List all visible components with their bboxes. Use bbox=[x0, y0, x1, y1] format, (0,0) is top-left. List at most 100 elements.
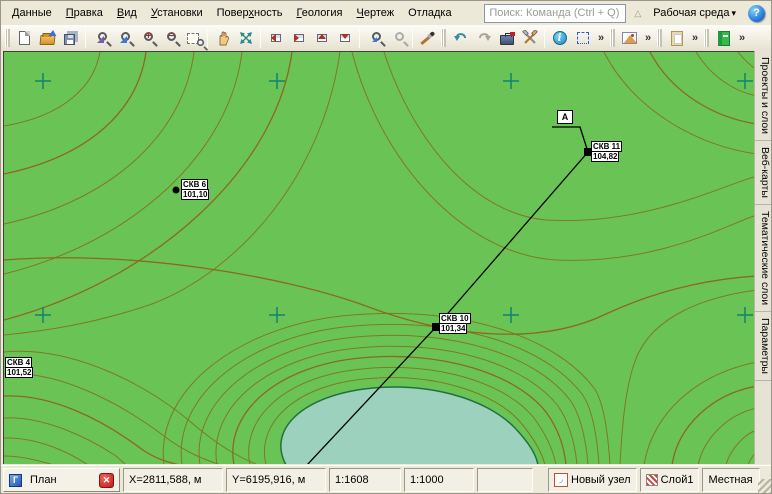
chevron-down-icon: ▾ bbox=[731, 8, 736, 19]
toolbox-button[interactable] bbox=[495, 27, 518, 49]
image-pan-down-button[interactable] bbox=[333, 27, 356, 49]
borehole-label-skv10: СКВ 10 101,34 bbox=[439, 313, 471, 334]
fit-extents-button[interactable] bbox=[234, 27, 257, 49]
book-toolbar-button[interactable] bbox=[712, 27, 735, 49]
image-pan-right-button[interactable] bbox=[287, 27, 310, 49]
plan-view-tab[interactable]: Г План ✕ bbox=[3, 468, 120, 492]
object-info-button[interactable]: i bbox=[548, 27, 571, 49]
zoom-next-button[interactable] bbox=[386, 27, 409, 49]
tab-parameters[interactable]: Параметры bbox=[755, 312, 771, 381]
tab-thematic-layers[interactable]: Тематические слои bbox=[755, 205, 771, 312]
toolbar-grip[interactable] bbox=[610, 29, 612, 47]
undo-button[interactable] bbox=[449, 27, 472, 49]
toolbar-overflow-chevron[interactable]: » bbox=[594, 32, 608, 44]
new-node-icon: ◞ bbox=[554, 473, 568, 487]
toolbar-separator bbox=[412, 28, 413, 48]
paintbrush-button[interactable] bbox=[416, 27, 439, 49]
coordinate-system-indicator[interactable]: Местная bbox=[702, 468, 760, 492]
pan-hand-button[interactable] bbox=[211, 27, 234, 49]
pan-hand-icon bbox=[215, 30, 231, 46]
image-pan-up-button[interactable] bbox=[310, 27, 333, 49]
surface-toolbar-button[interactable] bbox=[618, 27, 641, 49]
zoom-window-button[interactable] bbox=[181, 27, 204, 49]
save-all-icon bbox=[64, 34, 75, 45]
menu-debug[interactable]: Отладка bbox=[401, 3, 458, 23]
fit-extents-icon bbox=[238, 30, 254, 46]
toolbar-grip[interactable] bbox=[704, 29, 706, 47]
map-drawing bbox=[4, 52, 756, 464]
zoom-in-icon: + bbox=[144, 32, 153, 41]
tab-projects-and-layers[interactable]: Проекты и слои bbox=[755, 51, 771, 141]
borehole-label-skv4: СКВ 4 101,52 bbox=[5, 357, 33, 378]
borehole-label-skv6: СКВ 6 101,10 bbox=[181, 179, 209, 200]
zoom-selected-icon bbox=[121, 32, 130, 41]
redo-button[interactable] bbox=[472, 27, 495, 49]
menu-data[interactable]: Данные bbox=[5, 3, 59, 23]
toolbar-overflow-chevron[interactable]: » bbox=[688, 32, 702, 44]
workspace-label: Рабочая среда bbox=[653, 7, 729, 19]
build-tools-button[interactable] bbox=[518, 27, 541, 49]
toolbar-overflow-chevron[interactable]: » bbox=[641, 32, 655, 44]
menu-view[interactable]: Вид bbox=[110, 3, 144, 23]
zoom-selected-button[interactable] bbox=[112, 27, 135, 49]
image-pan-left-icon bbox=[271, 34, 281, 42]
new-document-button[interactable] bbox=[13, 27, 36, 49]
toolbar-grip[interactable] bbox=[441, 29, 443, 47]
redo-icon bbox=[476, 31, 492, 45]
workspace-menu[interactable]: Рабочая среда ▾ bbox=[649, 7, 740, 19]
image-pan-left-button[interactable] bbox=[264, 27, 287, 49]
menu-drawing[interactable]: Чертеж bbox=[349, 3, 401, 23]
command-search-input[interactable] bbox=[484, 4, 626, 23]
toolbar-separator bbox=[544, 28, 545, 48]
zoom-out-button[interactable]: − bbox=[158, 27, 181, 49]
new-document-icon bbox=[19, 31, 30, 45]
info-icon: i bbox=[553, 31, 567, 45]
toolbar-separator bbox=[359, 28, 360, 48]
survey-scale: 1:1000 bbox=[404, 468, 474, 492]
surface-icon bbox=[622, 32, 637, 44]
zoom-initial-button[interactable] bbox=[89, 27, 112, 49]
active-layer-indicator[interactable]: Слой1 bbox=[640, 468, 700, 492]
toolbar-separator bbox=[207, 28, 208, 48]
zoom-in-button[interactable]: + bbox=[135, 27, 158, 49]
toolbar-separator bbox=[85, 28, 86, 48]
paintbrush-icon bbox=[420, 31, 436, 45]
select-frame-button[interactable] bbox=[571, 27, 594, 49]
toolbar-grip[interactable] bbox=[5, 29, 7, 47]
open-folder-icon bbox=[39, 35, 55, 45]
zoom-previous-icon bbox=[372, 32, 381, 41]
toolbar-grip[interactable] bbox=[657, 29, 659, 47]
toolbar-separator bbox=[260, 28, 261, 48]
menu-settings[interactable]: Установки bbox=[144, 3, 210, 23]
menu-geology[interactable]: Геология bbox=[289, 3, 349, 23]
image-pan-right-icon bbox=[294, 34, 304, 42]
collapse-icon[interactable]: △ bbox=[626, 8, 649, 19]
edit-mode-indicator[interactable]: ◞ Новый узел bbox=[548, 468, 637, 492]
zoom-window-icon bbox=[187, 33, 199, 44]
tab-web-maps[interactable]: Веб-карты bbox=[755, 141, 771, 205]
help-icon[interactable]: ? bbox=[748, 5, 765, 22]
close-icon[interactable]: ✕ bbox=[99, 473, 114, 488]
plan-view-icon: Г bbox=[9, 474, 22, 487]
section-start-label: А bbox=[557, 110, 573, 124]
menu-edit[interactable]: Правка bbox=[59, 3, 110, 23]
map-canvas[interactable]: А СКВ 6 101,10 СКВ 11 104,82 СКВ 10 101,… bbox=[3, 51, 756, 464]
toolbar-overflow-chevron[interactable]: » bbox=[735, 32, 749, 44]
undo-icon bbox=[453, 31, 469, 45]
save-all-button[interactable] bbox=[59, 27, 82, 49]
open-folder-button[interactable] bbox=[36, 27, 59, 49]
image-pan-down-icon bbox=[340, 34, 350, 42]
sheet-toolbar-button[interactable] bbox=[665, 27, 688, 49]
zoom-out-icon: − bbox=[167, 32, 176, 41]
cursor-y-coordinate: Y=6195,916, м bbox=[226, 468, 326, 492]
resize-grip[interactable] bbox=[758, 479, 772, 493]
current-zoom-scale: 1:1608 bbox=[329, 468, 401, 492]
cursor-x-coordinate: X=2811,588, м bbox=[123, 468, 223, 492]
right-panel-tabs: Проекты и слои Веб-карты Тематические сл… bbox=[754, 51, 771, 464]
image-pan-up-icon bbox=[317, 34, 327, 42]
menu-surface[interactable]: Поверхность bbox=[210, 3, 290, 23]
zoom-previous-button[interactable] bbox=[363, 27, 386, 49]
build-tools-icon bbox=[522, 30, 538, 46]
select-frame-icon bbox=[577, 32, 589, 44]
borehole-marker-skv6 bbox=[173, 187, 180, 194]
